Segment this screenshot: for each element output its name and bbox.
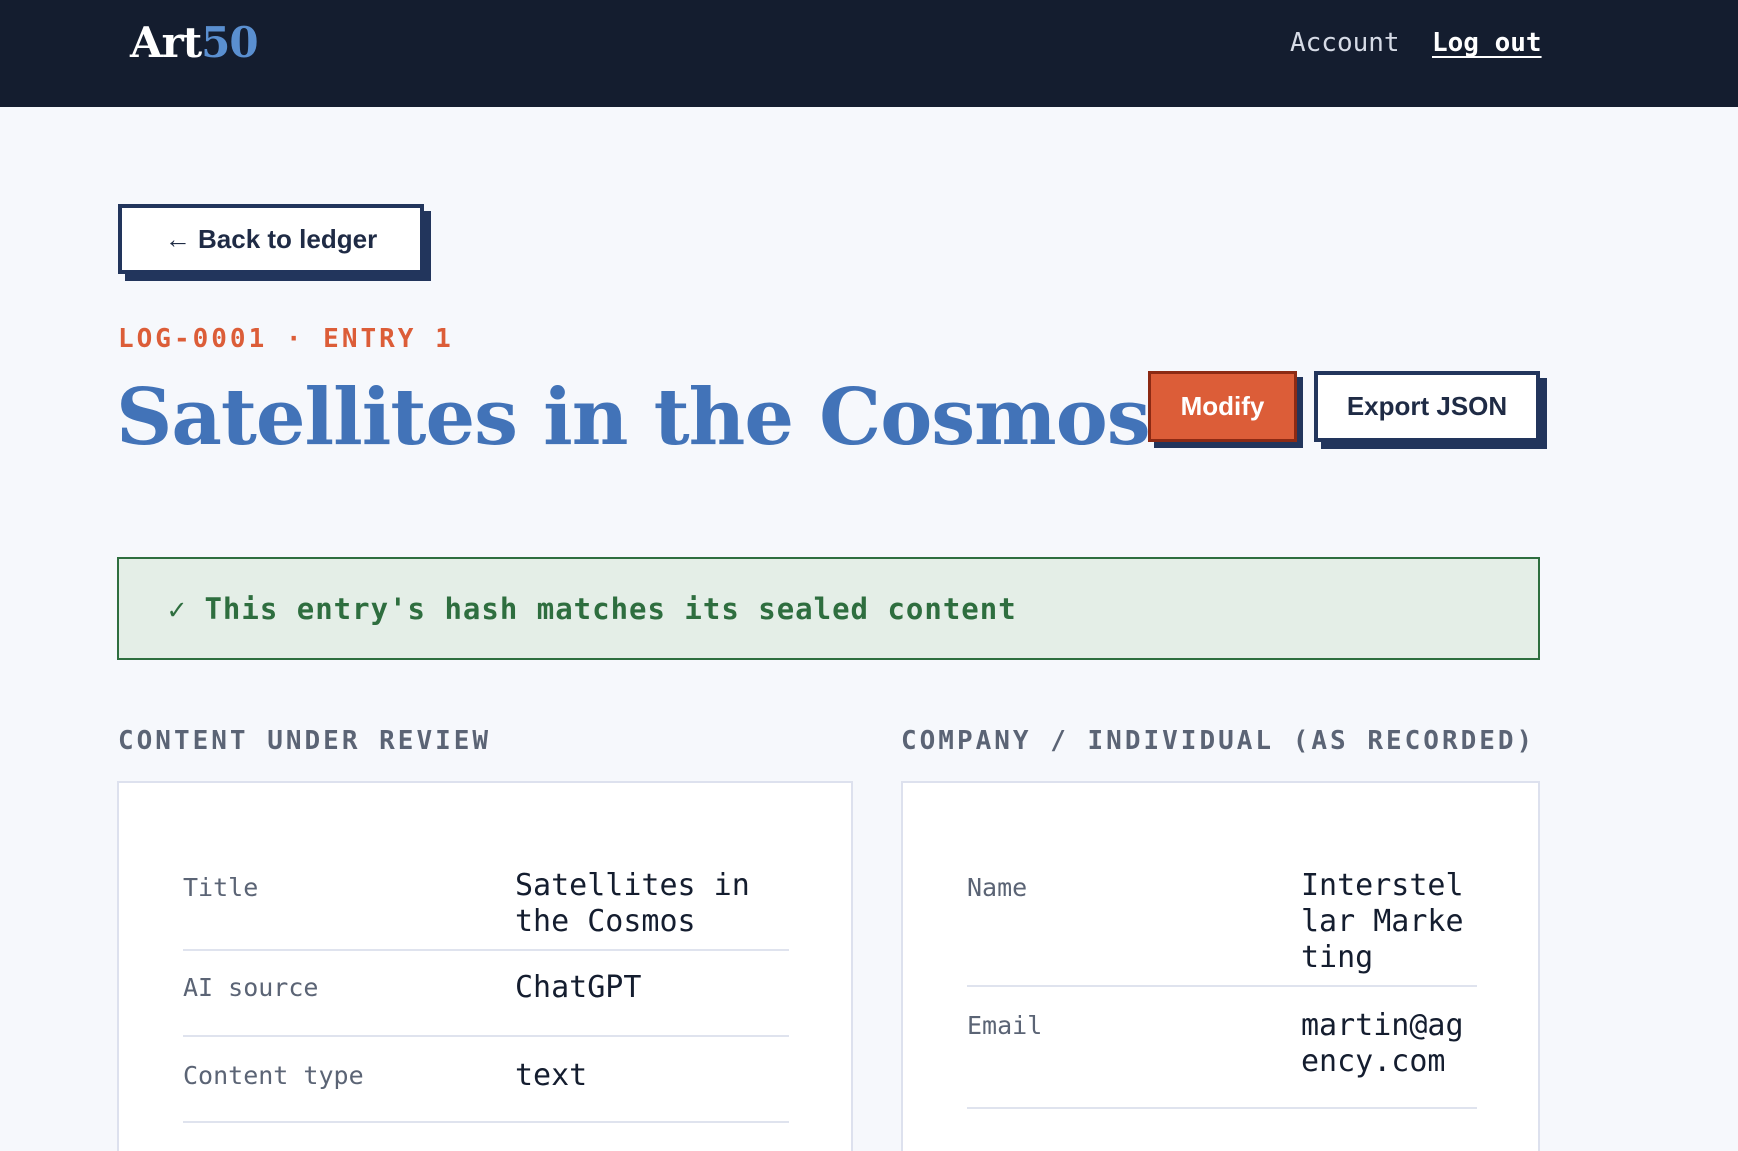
detail-value: martin@agency.com — [1301, 1008, 1464, 1079]
detail-row-name: Name Interstellar Marketing — [967, 863, 1477, 987]
detail-key: Title — [183, 873, 259, 902]
detail-key: Email — [967, 1011, 1043, 1040]
detail-row-title: Title Satellites in the Cosmos — [183, 863, 789, 951]
detail-key: Content type — [183, 1061, 364, 1090]
page-title: Satellites in the Cosmos — [116, 372, 1151, 463]
logo-text-art: Art — [130, 18, 202, 67]
company-section-label: COMPANY / INDIVIDUAL (AS RECORDED) — [901, 726, 1536, 756]
modify-button[interactable]: Modify — [1148, 371, 1297, 442]
detail-value: Interstellar Marketing — [1301, 868, 1464, 975]
detail-key: AI source — [183, 973, 319, 1002]
content-section-label: CONTENT UNDER REVIEW — [118, 726, 492, 756]
back-to-ledger-button[interactable]: ← Back to ledger — [118, 204, 424, 274]
logout-link[interactable]: Log out — [1432, 28, 1542, 58]
detail-value: Satellites in the Cosmos — [515, 868, 750, 939]
export-json-button[interactable]: Export JSON — [1314, 371, 1540, 442]
art50-logo[interactable]: Art50 — [130, 18, 259, 67]
detail-row-ai-source: AI source ChatGPT — [183, 951, 789, 1037]
detail-value: text — [515, 1058, 588, 1093]
top-navigation-bar: Art50 Account Log out — [0, 0, 1738, 107]
verification-message: This entry's hash matches its sealed con… — [204, 591, 1017, 626]
detail-row-email: Email martin@agency.com — [967, 987, 1477, 1109]
entry-meta: LOG-0001 · ENTRY 1 — [118, 324, 454, 354]
detail-key: Name — [967, 873, 1028, 902]
detail-value: ChatGPT — [515, 970, 642, 1005]
checkmark-icon: ✓ — [168, 591, 187, 626]
hash-verification-banner: ✓ This entry's hash matches its sealed c… — [117, 557, 1540, 660]
logo-text-50: 50 — [201, 18, 258, 67]
company-details-card: Name Interstellar Marketing Email martin… — [901, 781, 1540, 1151]
detail-row-content-type: Content type text — [183, 1037, 789, 1123]
account-link[interactable]: Account — [1290, 28, 1400, 58]
content-details-card: Title Satellites in the Cosmos AI source… — [117, 781, 853, 1151]
